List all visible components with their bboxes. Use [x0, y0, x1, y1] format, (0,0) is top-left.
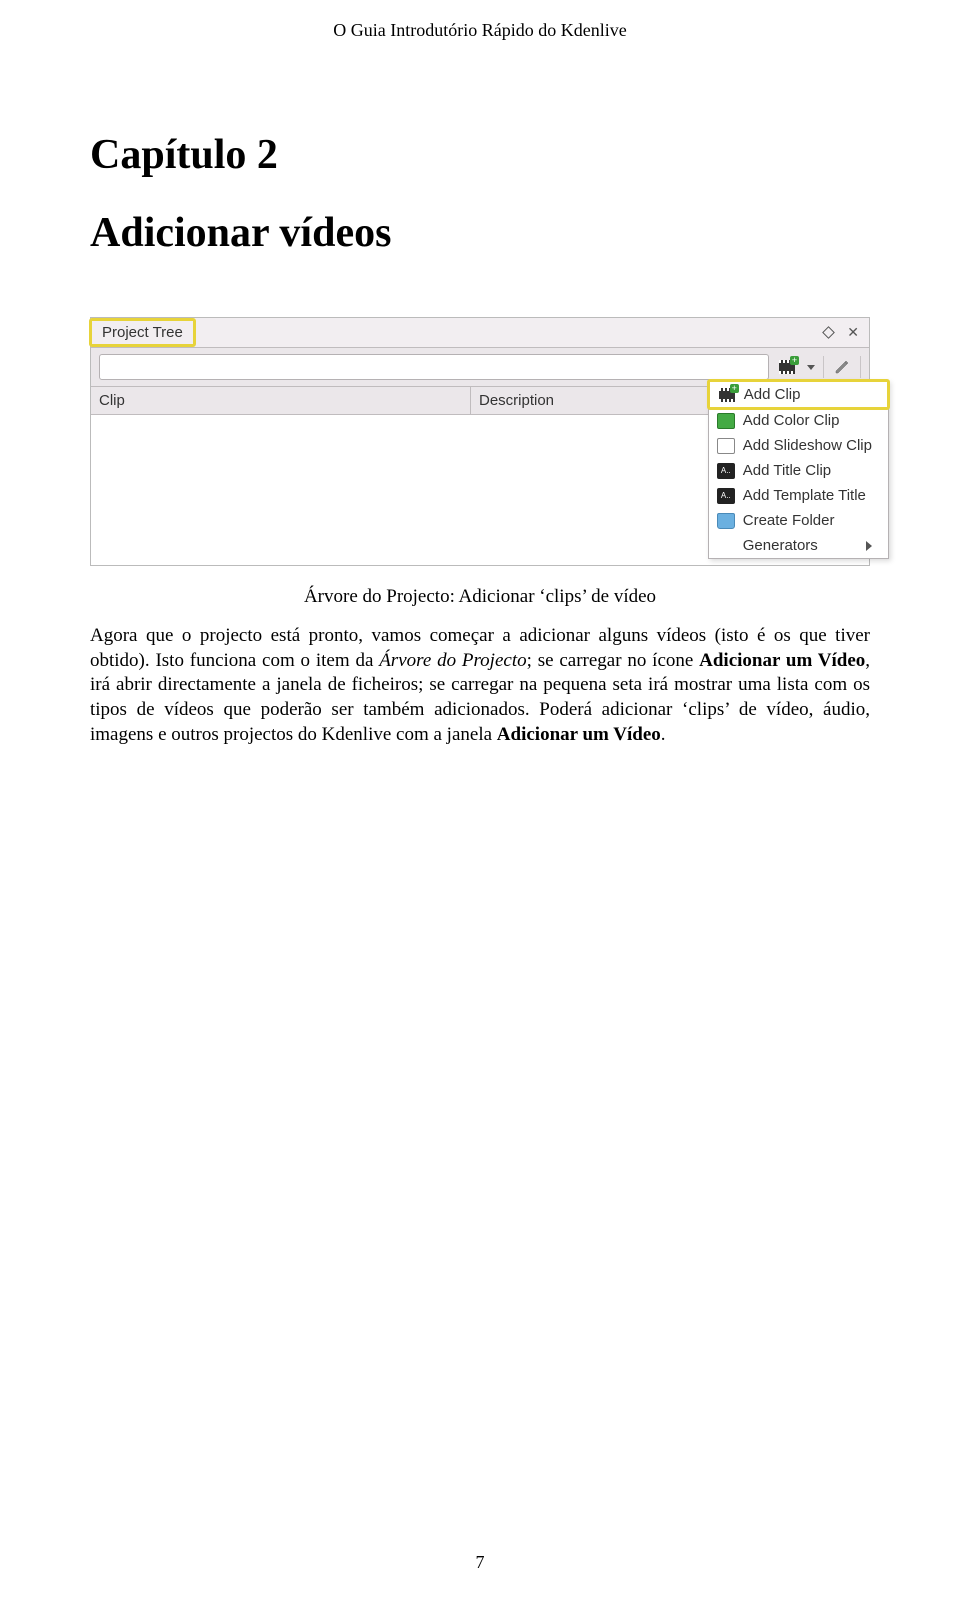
search-input[interactable]: [99, 354, 769, 380]
menu-label: Create Folder: [743, 512, 835, 529]
menu-label: Generators: [743, 537, 818, 554]
template-title-icon: A..: [717, 488, 735, 504]
film-icon: +: [718, 387, 736, 403]
chapter-number: Capítulo 2: [90, 131, 870, 179]
chapter-title: Adicionar vídeos: [90, 209, 870, 257]
tab-label: Project Tree: [102, 324, 183, 341]
submenu-arrow-icon: [866, 541, 872, 551]
blank-icon: [717, 538, 735, 554]
menu-add-clip[interactable]: + Add Clip: [707, 379, 890, 410]
color-clip-icon: [717, 413, 735, 429]
folder-icon: [717, 513, 735, 529]
detach-icon[interactable]: [822, 326, 835, 339]
menu-add-title-clip[interactable]: A.. Add Title Clip: [709, 458, 888, 483]
menu-label: Add Color Clip: [743, 412, 840, 429]
body-paragraph: Agora que o projecto está pronto, vamos …: [90, 624, 870, 747]
column-clip[interactable]: Clip: [91, 387, 471, 414]
running-head: O Guia Introdutório Rápido do Kdenlive: [90, 20, 870, 41]
panel-controls: ✕: [824, 324, 869, 341]
slideshow-clip-icon: [717, 438, 735, 454]
add-clip-dropdown-caret[interactable]: [807, 365, 815, 370]
close-icon[interactable]: ✕: [847, 324, 859, 341]
edit-button[interactable]: [832, 357, 852, 377]
project-tree-screenshot: Project Tree ✕ + Clip Description: [90, 317, 870, 566]
menu-label: Add Template Title: [743, 487, 866, 504]
tab-project-tree[interactable]: Project Tree: [89, 318, 196, 347]
title-clip-icon: A..: [717, 463, 735, 479]
panel-tab-row: Project Tree ✕: [91, 318, 869, 348]
figure-caption: Árvore do Projecto: Adicionar ‘clips’ de…: [90, 586, 870, 608]
menu-add-slideshow-clip[interactable]: Add Slideshow Clip: [709, 433, 888, 458]
page-number: 7: [0, 1552, 960, 1573]
pencil-icon: [834, 359, 850, 375]
menu-label: Add Slideshow Clip: [743, 437, 872, 454]
menu-generators[interactable]: Generators: [709, 533, 888, 558]
add-clip-menu: + Add Clip Add Color Clip Add Slideshow …: [708, 380, 889, 559]
add-clip-button[interactable]: +: [777, 357, 797, 377]
menu-create-folder[interactable]: Create Folder: [709, 508, 888, 533]
menu-label: Add Clip: [744, 386, 801, 403]
menu-add-color-clip[interactable]: Add Color Clip: [709, 408, 888, 433]
menu-label: Add Title Clip: [743, 462, 831, 479]
menu-add-template-title[interactable]: A.. Add Template Title: [709, 483, 888, 508]
toolbar-divider: [860, 356, 861, 378]
toolbar-divider: [823, 356, 824, 378]
film-icon: +: [779, 360, 795, 374]
